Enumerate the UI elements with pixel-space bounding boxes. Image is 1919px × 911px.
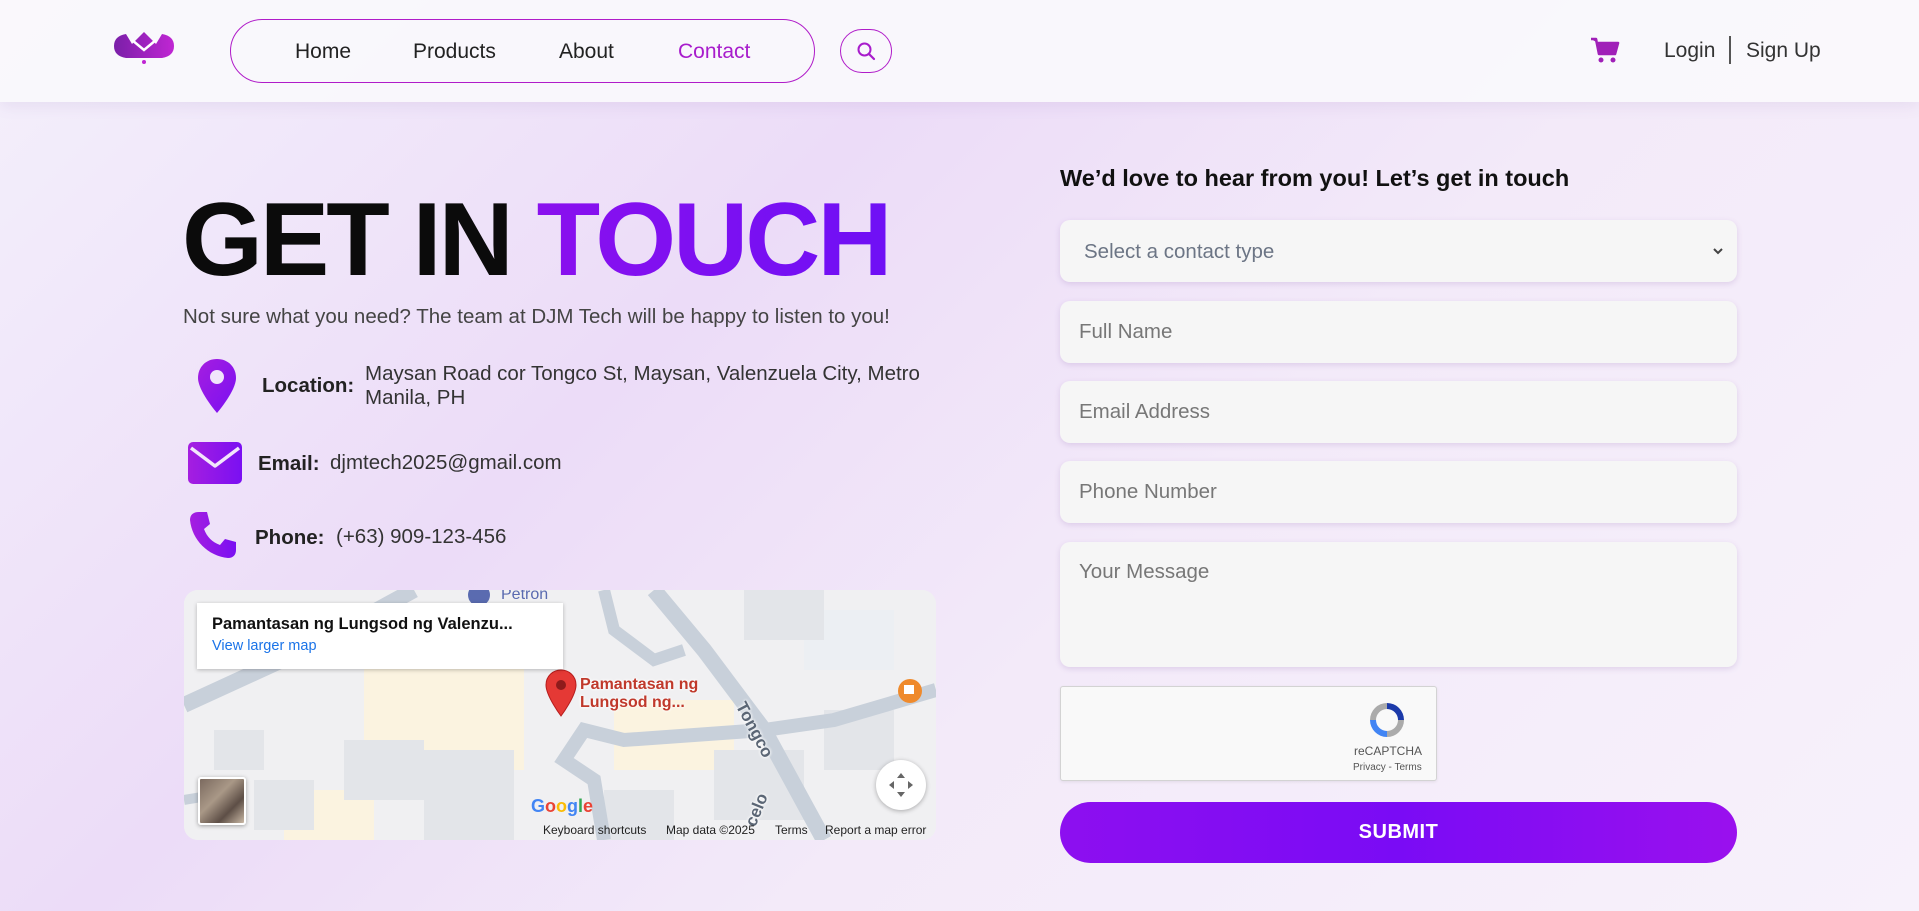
map-terms-link[interactable]: Terms: [775, 823, 808, 837]
message-field[interactable]: [1060, 542, 1737, 667]
recaptcha-icon: [1370, 703, 1404, 737]
auth-divider: [1729, 36, 1731, 64]
chevron-down-icon: [1713, 248, 1723, 255]
recaptcha-label: reCAPTCHA: [1354, 744, 1423, 758]
cart-icon[interactable]: [1590, 36, 1620, 64]
login-link[interactable]: Login: [1664, 39, 1715, 63]
nav-about[interactable]: About: [559, 40, 614, 64]
map-card-title: Pamantasan ng Lungsod ng Valenzu...: [212, 615, 513, 633]
map-place-label: Pamantasan ng Lungsod ng...: [580, 676, 698, 712]
map-data-credit: Map data ©2025: [666, 823, 755, 837]
envelope-icon: [188, 442, 242, 484]
recaptcha-widget[interactable]: reCAPTCHA Privacy - Terms: [1060, 686, 1437, 781]
page-subtitle: Not sure what you need? The team at DJM …: [183, 305, 890, 328]
recaptcha-privacy-terms[interactable]: Privacy - Terms: [1353, 762, 1422, 773]
location-line-2: Manila, PH: [365, 386, 466, 409]
search-button[interactable]: [840, 29, 892, 73]
form-heading: We’d love to hear from you! Let’s get in…: [1060, 165, 1570, 191]
brand-logo-icon[interactable]: [110, 26, 178, 66]
google-logo: Google: [531, 796, 594, 816]
nav-contact[interactable]: Contact: [678, 40, 750, 64]
map-place-label-line-1: Pamantasan ng: [580, 676, 699, 693]
map-info-card: Pamantasan ng Lungsod ng Valenzu... View…: [197, 603, 563, 669]
main-nav: Home Products About Contact: [230, 19, 815, 83]
map-report-error-link[interactable]: Report a map error: [825, 823, 926, 837]
view-larger-map-link[interactable]: View larger map: [212, 638, 548, 654]
satellite-toggle-button[interactable]: [198, 777, 246, 825]
contact-type-selected-value: Select a contact type: [1084, 240, 1275, 263]
submit-button[interactable]: SUBMIT: [1060, 802, 1737, 863]
signup-link[interactable]: Sign Up: [1746, 39, 1821, 63]
embedded-map[interactable]: Petron Pamantasan ng Lungsod ng... Tongc…: [184, 590, 936, 840]
nav-products[interactable]: Products: [413, 40, 496, 64]
email-field[interactable]: [1060, 381, 1737, 443]
full-name-field[interactable]: [1060, 301, 1737, 363]
location-pin-icon: [198, 359, 236, 413]
title-part-1: GET IN: [182, 182, 514, 298]
page-title: GET IN TOUCH: [182, 188, 892, 292]
location-value: Maysan Road cor Tongco St, Maysan, Valen…: [365, 362, 945, 410]
search-icon: [857, 42, 876, 61]
email-label: Email:: [258, 452, 320, 475]
map-keyboard-shortcuts[interactable]: Keyboard shortcuts: [543, 823, 646, 837]
phone-field[interactable]: [1060, 461, 1737, 523]
email-value[interactable]: djmtech2025@gmail.com: [330, 451, 562, 475]
map-petron-label: Petron: [501, 590, 549, 603]
title-part-2: TOUCH: [536, 182, 893, 298]
phone-label: Phone:: [255, 526, 325, 549]
location-label: Location:: [262, 374, 355, 397]
phone-icon: [190, 512, 236, 558]
phone-value[interactable]: (+63) 909-123-456: [336, 525, 506, 549]
map-fullscreen-button[interactable]: [876, 760, 926, 810]
site-header: Home Products About Contact Login Sign U…: [0, 0, 1919, 102]
contact-type-select[interactable]: Select a contact type: [1060, 220, 1737, 282]
nav-home[interactable]: Home: [295, 40, 351, 64]
map-place-label-line-2: Lungsod ng...: [580, 694, 685, 711]
location-line-1: Maysan Road cor Tongco St, Maysan, Valen…: [365, 362, 920, 385]
expand-arrows-icon: [889, 773, 913, 797]
